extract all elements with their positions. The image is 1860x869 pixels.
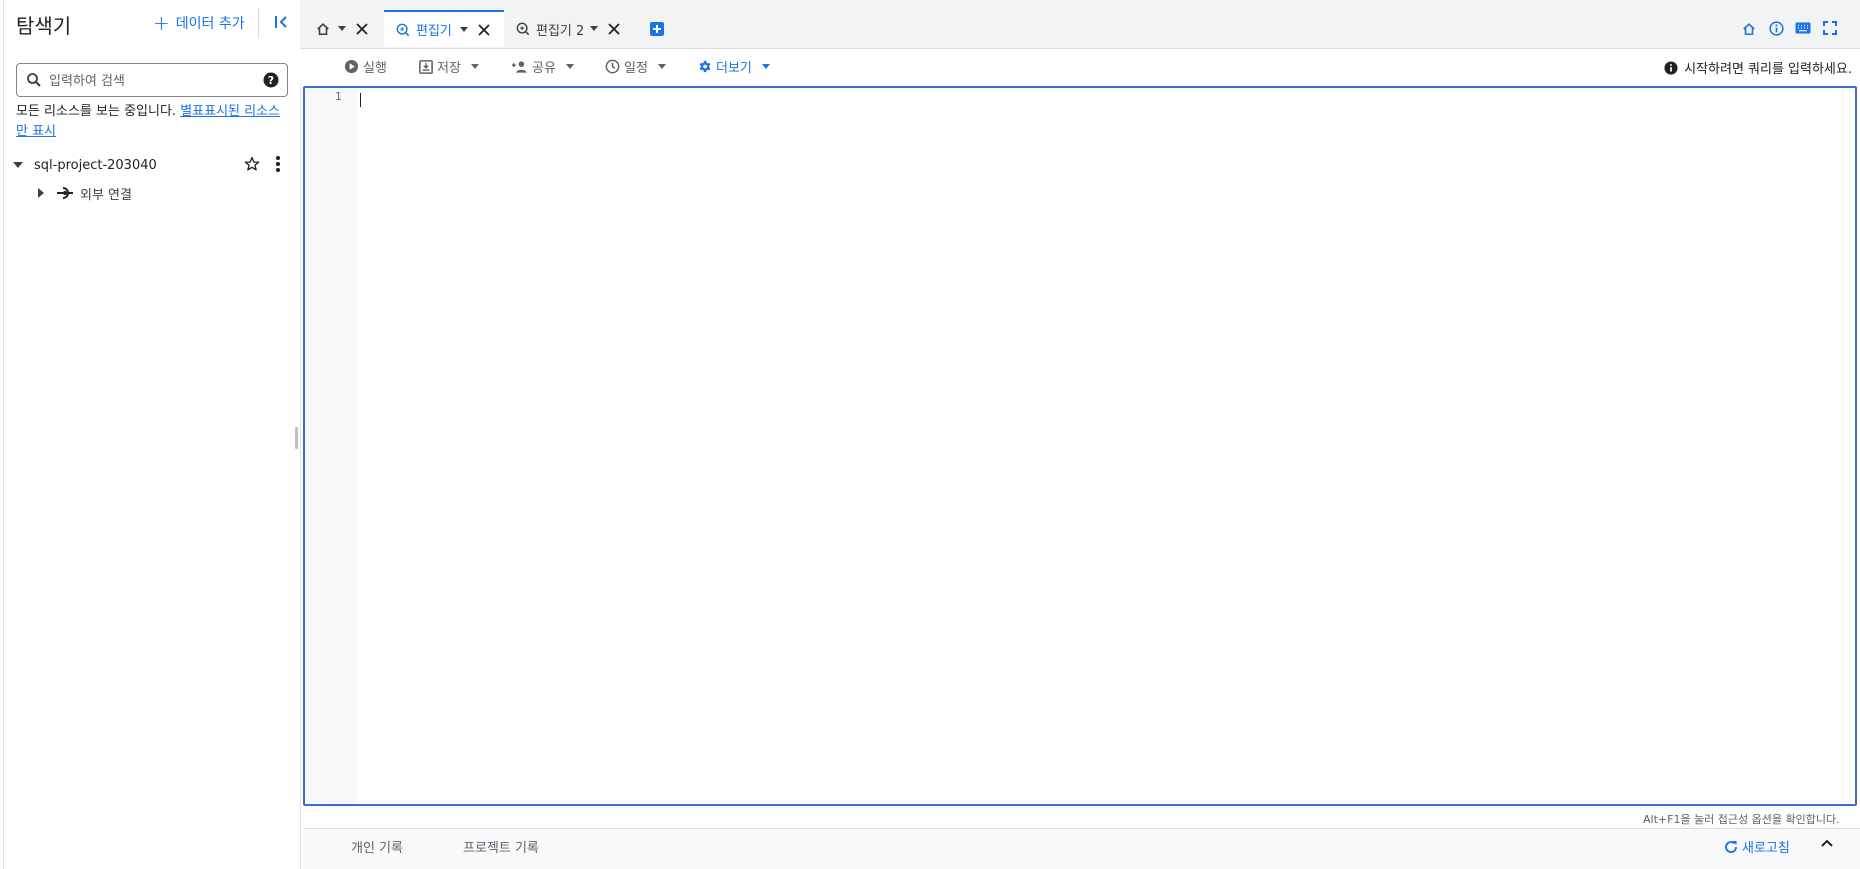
chevron-down-icon	[565, 63, 574, 70]
schedule-button[interactable]: 일정	[605, 57, 666, 76]
query-hint-text: 시작하려면 쿼리를 입력하세요.	[1684, 62, 1852, 77]
tab-editor[interactable]: 편집기	[384, 10, 504, 47]
more-button[interactable]: 더보기	[697, 57, 770, 76]
share-label: 공유	[532, 61, 556, 76]
play-icon	[344, 59, 359, 74]
tab-bar: 편집기 편집기 2	[300, 0, 1860, 49]
line-number-gutter: 1	[305, 88, 357, 804]
explorer-title: 탐색기	[16, 14, 72, 38]
resource-note: 모든 리소스를 보는 중입니다. 별표표시된 리소스만 표시	[16, 102, 288, 142]
tab-editor-2-label: 편집기 2	[536, 23, 585, 39]
expand-arrow-down-icon[interactable]	[12, 159, 24, 171]
collapse-explorer-icon[interactable]	[274, 14, 290, 30]
schedule-label: 일정	[624, 61, 648, 76]
save-button[interactable]: 저장	[419, 57, 479, 76]
header-divider	[258, 8, 259, 38]
refresh-button[interactable]: 새로고침	[1723, 837, 1790, 856]
person-add-icon	[511, 60, 528, 74]
project-name: sql-project-203040	[34, 157, 157, 173]
chevron-up-icon[interactable]	[1820, 838, 1834, 848]
search-box: ?	[16, 63, 288, 97]
close-icon[interactable]	[356, 23, 368, 35]
info-filled-icon	[1664, 60, 1678, 75]
save-label: 저장	[437, 61, 461, 76]
connection-icon	[56, 186, 74, 200]
search-icon	[26, 72, 42, 88]
external-connection-label: 외부 연결	[80, 187, 132, 203]
info-icon[interactable]	[1769, 21, 1784, 36]
home-icon	[316, 22, 330, 36]
run-button[interactable]: 실행	[344, 57, 387, 76]
keyboard-icon[interactable]	[1795, 22, 1811, 34]
plus-icon: +	[153, 11, 170, 35]
history-panel: 개인 기록 프로젝트 기록 새로고침	[303, 829, 1860, 869]
tab-editor-2[interactable]: 편집기 2	[516, 10, 620, 48]
sql-editor[interactable]: 1	[303, 86, 1857, 806]
editor-toolbar: 실행 저장 공유 일정 더보기 시작하려면 쿼리를 입력하세요.	[300, 49, 1860, 87]
chevron-down-icon	[470, 63, 479, 70]
run-label: 실행	[363, 61, 387, 76]
line-number: 1	[335, 90, 342, 103]
chevron-down-icon[interactable]	[459, 26, 468, 33]
save-icon	[419, 59, 433, 74]
share-button[interactable]: 공유	[511, 57, 574, 76]
query-icon	[516, 22, 530, 36]
gear-icon	[697, 59, 712, 74]
svg-text:?: ?	[268, 74, 274, 87]
accessibility-hint: Alt+F1을 눌러 접근성 옵션을 확인합니다.	[1643, 813, 1840, 826]
tab-home[interactable]	[316, 10, 368, 48]
help-icon[interactable]: ?	[263, 72, 279, 88]
refresh-icon	[1723, 839, 1739, 855]
close-icon[interactable]	[608, 23, 620, 35]
fullscreen-icon[interactable]	[1823, 21, 1837, 35]
expand-arrow-right-icon[interactable]	[36, 187, 46, 199]
text-cursor	[360, 93, 361, 107]
chevron-down-icon	[761, 63, 770, 70]
add-tab-icon[interactable]	[650, 22, 664, 36]
home-icon[interactable]	[1742, 22, 1756, 36]
add-data-label: 데이터 추가	[175, 16, 245, 32]
add-data-button[interactable]: + 데이터 추가	[153, 13, 245, 33]
close-icon[interactable]	[478, 23, 490, 36]
star-icon[interactable]	[244, 156, 260, 172]
query-hint: 시작하려면 쿼리를 입력하세요.	[1664, 58, 1852, 77]
chevron-down-icon[interactable]	[590, 26, 599, 32]
query-icon	[396, 23, 410, 37]
tab-personal-history[interactable]: 개인 기록	[351, 837, 403, 856]
tab-project-history[interactable]: 프로젝트 기록	[463, 837, 539, 856]
panel-resize-handle[interactable]	[295, 427, 298, 449]
vertical-scrollbar[interactable]	[1842, 88, 1855, 804]
external-connection-row[interactable]: 외부 연결	[36, 183, 132, 203]
resource-note-text: 모든 리소스를 보는 중입니다.	[16, 104, 181, 119]
chevron-down-icon	[657, 63, 666, 70]
more-vert-icon[interactable]	[270, 155, 286, 173]
search-input[interactable]	[47, 70, 251, 92]
chevron-down-icon[interactable]	[338, 26, 346, 32]
tab-editor-label: 편집기	[416, 24, 452, 39]
more-label: 더보기	[716, 61, 752, 76]
refresh-label: 새로고침	[1742, 841, 1790, 856]
clock-icon	[605, 59, 620, 74]
